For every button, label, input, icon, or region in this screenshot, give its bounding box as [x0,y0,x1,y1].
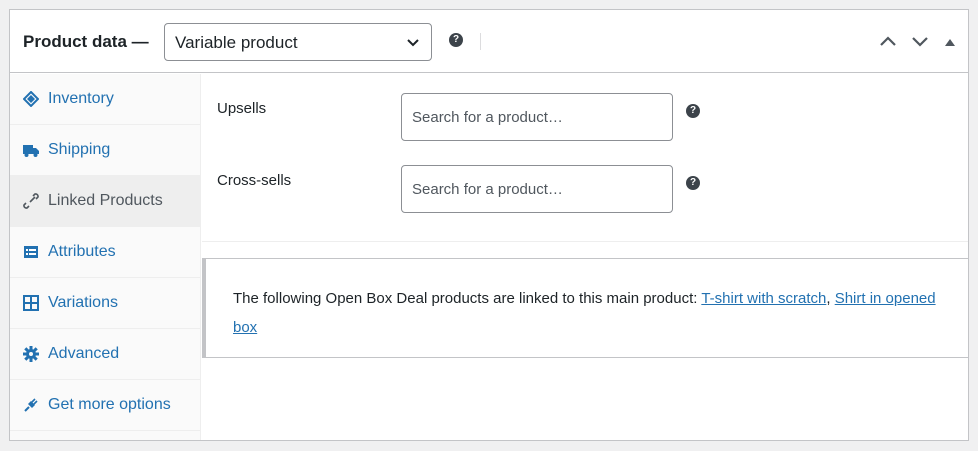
crosssells-label: Cross-sells [217,172,292,189]
tab-linked-products[interactable]: Linked Products [10,176,201,227]
plug-icon [24,398,38,412]
tab-label: Linked Products [48,192,163,209]
chevron-down-icon [407,39,419,47]
tab-label: Inventory [48,90,114,107]
collapse-toggle-icon[interactable] [944,37,956,47]
tab-get-more-options[interactable]: Get more options [10,380,201,431]
attributes-list-icon [24,246,38,258]
product-type-value: Variable product [175,33,298,52]
product-data-tabs: Inventory Shipping Linked Products Attri… [10,74,201,440]
upsells-search-input[interactable] [401,93,673,141]
tab-shipping[interactable]: Shipping [10,125,201,176]
grid-icon [23,295,39,311]
section-divider [202,241,968,242]
notice-text: The following Open Box Deal products are… [233,284,953,342]
tab-label: Attributes [48,243,116,260]
tab-label: Advanced [48,345,120,362]
product-data-panel: Product data — Variable product ? Invent… [9,9,969,441]
notice-separator: , [826,290,835,307]
linked-open-box-notice: The following Open Box Deal products are… [202,258,969,358]
notice-message: The following Open Box Deal products are… [233,290,702,307]
header-divider [480,33,481,50]
product-data-header: Product data — Variable product ? [10,10,968,73]
inventory-icon [23,91,39,107]
truck-icon [23,145,39,157]
tab-inventory[interactable]: Inventory [10,74,201,125]
crosssells-search-input[interactable] [401,165,673,213]
move-up-icon[interactable] [878,33,898,49]
gear-icon [23,346,39,362]
tab-label: Variations [48,294,118,311]
link-tshirt-with-scratch[interactable]: T-shirt with scratch [701,290,826,307]
tab-attributes[interactable]: Attributes [10,227,201,278]
product-type-select[interactable]: Variable product [164,23,432,61]
link-icon [23,193,39,209]
move-down-icon[interactable] [910,33,930,49]
panel-title: Product data — [23,32,149,51]
linked-products-panel: Upsells ? Cross-sells ? The following Op… [202,74,969,440]
help-icon[interactable]: ? [686,104,700,118]
upsells-label: Upsells [217,100,267,117]
help-icon[interactable]: ? [449,33,463,47]
tab-advanced[interactable]: Advanced [10,329,201,380]
tab-variations[interactable]: Variations [10,278,201,329]
tab-label: Get more options [48,396,171,413]
tab-label: Shipping [48,141,111,158]
help-icon[interactable]: ? [686,176,700,190]
